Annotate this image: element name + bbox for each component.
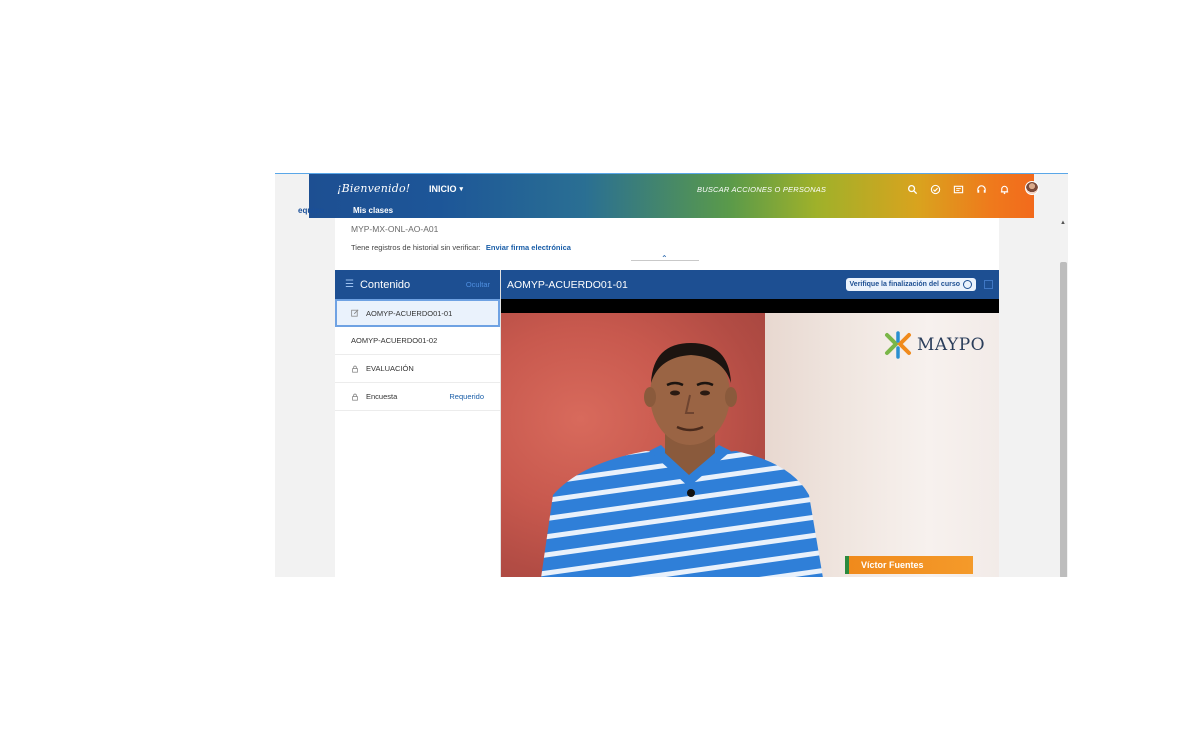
hide-sidebar-button[interactable]: Ocultar (466, 280, 490, 289)
nav-tab-equipo[interactable]: equipo (298, 206, 324, 215)
course-code: MYP-MX-ONL-AO-A01 (351, 224, 439, 234)
send-signature-link[interactable]: Enviar firma electrónica (486, 243, 571, 252)
refresh-icon (963, 280, 972, 289)
player-header: AOMYP-ACUERDO01-01 Verifique la finaliza… (501, 270, 999, 299)
chevron-up-icon[interactable]: ⌃ (661, 254, 668, 263)
header-icon-group (905, 182, 1011, 196)
edit-icon (351, 309, 361, 317)
chevron-down-icon: ▾ (459, 186, 464, 193)
home-menu-button[interactable]: INICIO ▾ (429, 184, 463, 194)
video-letterbox (501, 299, 999, 313)
history-notice: Tiene registros de historial sin verific… (351, 243, 571, 252)
sidebar-item-acuerdo01-02[interactable]: AOMYP-ACUERDO01-02 (335, 327, 500, 355)
lock-icon (351, 393, 361, 401)
sidebar-item-label: Encuesta (366, 392, 398, 401)
player-title: AOMYP-ACUERDO01-01 (507, 278, 628, 291)
maypo-logo-text: MAYPO (917, 335, 986, 355)
welcome-logo[interactable]: ¡Bienvenido! (337, 182, 410, 195)
nav-tab-mis-clases[interactable]: Mis clases (353, 206, 393, 215)
maypo-logo: MAYPO (883, 331, 985, 359)
presenter-name-tag: Víctor Fuentes (845, 556, 973, 574)
top-header-bar: ¡Bienvenido! INICIO ▾ BUSCAR ACCIONES O … (309, 174, 1039, 218)
scrollbar-thumb[interactable] (1060, 262, 1067, 577)
check-circle-icon[interactable] (928, 182, 942, 196)
user-avatar[interactable] (1025, 181, 1039, 195)
lms-app-window: ¡Bienvenido! INICIO ▾ BUSCAR ACCIONES O … (275, 173, 1068, 577)
required-badge: Requerido (449, 392, 484, 401)
scroll-up-arrow[interactable]: ▲ (1060, 220, 1066, 226)
verify-completion-label: Verifique la finalización del curso (849, 281, 960, 288)
bell-icon[interactable] (997, 182, 1011, 196)
menu-icon[interactable]: ☰ (345, 279, 354, 290)
video-frame[interactable]: MAYPO Víctor Fuentes (501, 313, 999, 577)
sidebar-header: ☰ Contenido Ocultar (335, 270, 500, 299)
verify-completion-button[interactable]: Verifique la finalización del curso (845, 278, 976, 291)
course-card: MYP-MX-ONL-AO-A01 Tiene registros de his… (335, 218, 999, 577)
presenter-video (541, 335, 831, 577)
search-actions-input[interactable]: BUSCAR ACCIONES O PERSONAS (697, 185, 826, 194)
sidebar-title: Contenido (359, 278, 411, 291)
sidebar-item-acuerdo01-01[interactable]: AOMYP-ACUERDO01-01 (335, 299, 500, 327)
history-notice-text: Tiene registros de historial sin verific… (351, 243, 481, 252)
headset-icon[interactable] (974, 182, 988, 196)
content-player: AOMYP-ACUERDO01-01 Verifique la finaliza… (501, 270, 999, 577)
home-menu-label: INICIO (429, 184, 457, 194)
sidebar-item-label: AOMYP-ACUERDO01-01 (366, 308, 453, 318)
lock-icon (351, 365, 361, 373)
inbox-icon[interactable] (951, 182, 965, 196)
fullscreen-icon[interactable] (984, 280, 993, 289)
sidebar-item-encuesta[interactable]: Encuesta Requerido (335, 383, 500, 411)
desktop-background: ¡Bienvenido! INICIO ▾ BUSCAR ACCIONES O … (0, 0, 1200, 750)
sidebar-item-evaluacion[interactable]: EVALUACIÓN (335, 355, 500, 383)
maypo-logo-mark (885, 331, 911, 359)
sidebar-item-label: EVALUACIÓN (366, 364, 414, 373)
search-icon[interactable] (905, 182, 919, 196)
content-sidebar: ☰ Contenido Ocultar AOMYP-ACUERDO01-01 A… (335, 270, 501, 577)
page-scrollbar[interactable]: ▲ (1059, 218, 1068, 577)
sidebar-item-label: AOMYP-ACUERDO01-02 (351, 336, 438, 345)
